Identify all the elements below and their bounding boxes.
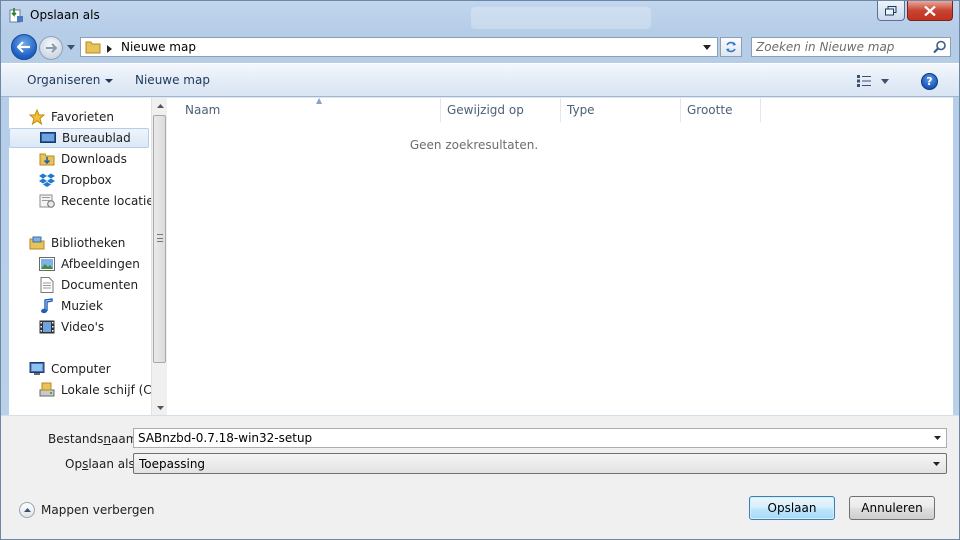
empty-results-message: Geen zoekresultaten. [409, 138, 539, 152]
save-form-area: Bestandsnaam: Opslaan als: Toepassing Ma… [1, 415, 959, 539]
nav-item-computer[interactable]: Computer [9, 359, 149, 379]
desktop-icon [40, 130, 56, 146]
nav-item-desktop[interactable]: Bureaublad [9, 128, 149, 148]
refresh-button[interactable] [720, 37, 742, 57]
column-header-name[interactable]: ▲ Naam [179, 96, 441, 122]
restore-button[interactable] [877, 1, 905, 21]
scroll-up-button[interactable] [152, 98, 168, 114]
libraries-icon [29, 235, 45, 251]
address-path-box[interactable]: Nieuwe map [80, 37, 718, 57]
chevron-down-icon [933, 436, 941, 440]
chevron-down-icon [703, 44, 711, 50]
navigation-pane: Favorieten Bureaublad Downloads Dropbox … [9, 98, 160, 416]
dropbox-icon [39, 172, 55, 188]
nav-item-pictures[interactable]: Afbeeldingen [9, 254, 149, 274]
back-button[interactable] [11, 34, 37, 60]
refresh-icon [726, 41, 736, 53]
scroll-down-button[interactable] [152, 400, 168, 416]
folder-icon [85, 39, 101, 55]
chevron-up-icon [19, 502, 35, 518]
window-title: Opslaan als [30, 8, 100, 22]
close-icon [924, 5, 936, 16]
search-box[interactable] [751, 37, 951, 57]
navigation-scrollbar[interactable] [151, 98, 167, 416]
nav-item-libraries[interactable]: Bibliotheken [9, 233, 149, 253]
nav-item-favorites[interactable]: Favorieten [9, 107, 149, 127]
sort-ascending-icon: ▲ [316, 96, 323, 105]
chevron-down-icon [881, 78, 889, 84]
save-as-type-label: Opslaan als: [65, 457, 139, 471]
hard-drive-icon [39, 382, 55, 398]
filename-label: Bestandsnaam: [48, 432, 142, 446]
documents-icon [39, 277, 55, 293]
address-dropdown[interactable] [699, 38, 715, 56]
command-toolbar: Organiseren Nieuwe map ? [1, 63, 959, 97]
pictures-icon [39, 256, 55, 272]
help-icon: ? [926, 75, 933, 88]
restore-icon [885, 5, 897, 15]
title-bar: Opslaan als [1, 1, 959, 31]
downloads-folder-icon [39, 151, 55, 167]
change-view-button[interactable] [857, 73, 897, 89]
content-area: Favorieten Bureaublad Downloads Dropbox … [9, 96, 953, 416]
column-header-type[interactable]: Type [561, 98, 681, 122]
close-button[interactable] [907, 1, 953, 21]
save-as-type-select[interactable]: Toepassing [133, 453, 947, 474]
view-list-icon [857, 75, 871, 87]
hide-folders-toggle[interactable]: Mappen verbergen [19, 502, 155, 518]
search-input[interactable] [756, 39, 926, 55]
help-button[interactable]: ? [921, 73, 938, 90]
recent-locations-icon [39, 193, 55, 209]
chevron-down-icon [156, 406, 164, 410]
nav-item-music[interactable]: Muziek [9, 296, 149, 316]
file-list-pane[interactable]: ▲ Naam Gewijzigd op Type Grootte Geen zo… [169, 96, 953, 416]
video-film-icon [39, 319, 55, 335]
arrow-left-icon [17, 41, 30, 53]
breadcrumb-current-folder[interactable]: Nieuwe map [121, 40, 196, 54]
nav-item-local-disk[interactable]: Lokale schijf (C:) [9, 380, 160, 400]
save-as-type-value: Toepassing [139, 457, 206, 471]
cancel-button[interactable]: Annuleren [849, 496, 935, 520]
search-icon[interactable] [933, 40, 947, 54]
save-as-dialog: Opslaan als Nieuwe map Zoeken in Nieuwe … [0, 0, 960, 540]
filename-input[interactable] [138, 430, 918, 446]
nav-item-downloads[interactable]: Downloads [9, 149, 149, 169]
music-note-icon [39, 298, 55, 314]
address-bar: Nieuwe map [1, 31, 959, 63]
breadcrumb-separator-icon[interactable] [107, 42, 112, 56]
scroll-thumb[interactable] [153, 115, 166, 363]
nav-item-videos[interactable]: Video's [9, 317, 149, 337]
forward-button[interactable] [39, 36, 63, 60]
filename-combobox[interactable] [133, 428, 947, 448]
arrow-right-icon [46, 43, 57, 53]
new-folder-button[interactable]: Nieuwe map [135, 73, 210, 87]
recent-pages-dropdown[interactable] [65, 41, 77, 53]
chevron-down-icon [105, 78, 114, 83]
chevron-down-icon [929, 456, 943, 472]
organize-button[interactable]: Organiseren [27, 73, 114, 87]
nav-item-documents[interactable]: Documenten [9, 275, 149, 295]
star-icon [29, 109, 45, 125]
chevron-down-icon [67, 44, 75, 50]
computer-icon [29, 361, 45, 377]
chevron-up-icon [156, 104, 164, 108]
column-header-modified[interactable]: Gewijzigd op [441, 98, 561, 122]
column-header-size[interactable]: Grootte [681, 98, 761, 122]
save-dialog-icon [8, 7, 24, 23]
nav-item-dropbox[interactable]: Dropbox [9, 170, 149, 190]
save-button[interactable]: Opslaan [749, 496, 835, 520]
filename-dropdown[interactable] [930, 430, 944, 446]
nav-item-recent[interactable]: Recente locaties [9, 191, 160, 211]
